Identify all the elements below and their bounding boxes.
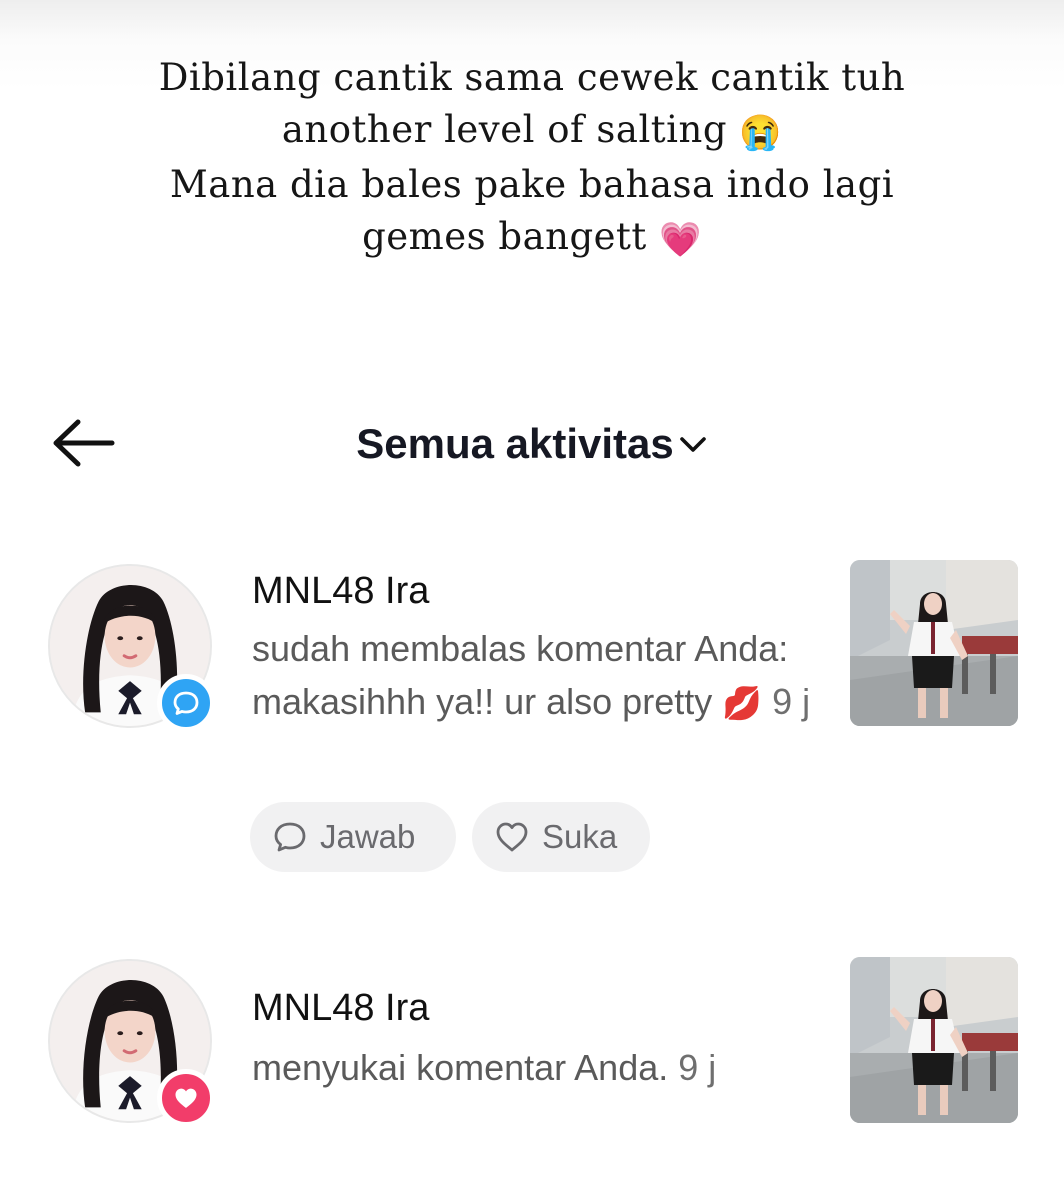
like-badge <box>157 1069 215 1127</box>
notification-text: menyukai komentar Anda. 9 j <box>252 1041 812 1094</box>
reply-badge <box>157 674 215 732</box>
comment-bubble-icon <box>173 691 199 715</box>
video-thumbnail[interactable] <box>850 560 1018 726</box>
heart-outline-icon <box>496 822 528 852</box>
notification-body: MNL48 Ira sudah membalas komentar Anda: … <box>252 566 812 730</box>
activity-filter-dropdown[interactable]: Semua aktivitas <box>0 416 1064 472</box>
caption-line-1: Dibilang cantik sama cewek cantik tuh <box>158 56 906 99</box>
comment-reply-text: sudah membalas komentar Anda: makasihhh … <box>252 628 789 722</box>
growing-heart-emoji: 💗 <box>659 220 702 260</box>
heart-icon <box>175 1088 197 1108</box>
video-thumbnail-image <box>850 957 1018 1123</box>
timestamp: 9 j <box>772 681 811 722</box>
crying-face-emoji: 😭 <box>739 113 783 153</box>
kiss-mark-emoji: 💋 <box>722 685 763 721</box>
notification-item-reply: MNL48 Ira sudah membalas komentar Anda: … <box>0 560 1064 890</box>
notification-item-like: MNL48 Ira menyukai komentar Anda. 9 j <box>0 955 1064 1135</box>
video-thumbnail-image <box>850 560 1018 726</box>
caption-line-4: gemes bangett 💗 <box>362 215 702 260</box>
chevron-down-icon <box>679 437 706 452</box>
comment-outline-icon <box>274 822 306 852</box>
notification-body: MNL48 Ira menyukai komentar Anda. 9 j <box>252 983 812 1094</box>
like-button[interactable]: Suka <box>472 802 650 872</box>
like-text: menyukai komentar Anda. <box>252 1047 669 1088</box>
video-thumbnail[interactable] <box>850 957 1018 1123</box>
page-title: Semua aktivitas <box>356 420 674 467</box>
story-caption: Dibilang cantik sama cewek cantik tuh an… <box>110 52 954 266</box>
caption-line-2: another level of salting 😭 <box>281 108 783 153</box>
username[interactable]: MNL48 Ira <box>252 566 429 616</box>
notification-text: sudah membalas komentar Anda: makasihhh … <box>252 622 812 730</box>
like-label: Suka <box>542 818 618 855</box>
reply-label: Jawab <box>320 818 416 855</box>
notification-actions: Jawab Suka <box>250 802 666 872</box>
username[interactable]: MNL48 Ira <box>252 983 429 1033</box>
timestamp: 9 j <box>678 1047 717 1088</box>
caption-line-3: Mana dia bales pake bahasa indo lagi <box>169 163 895 206</box>
reply-button[interactable]: Jawab <box>250 802 456 872</box>
